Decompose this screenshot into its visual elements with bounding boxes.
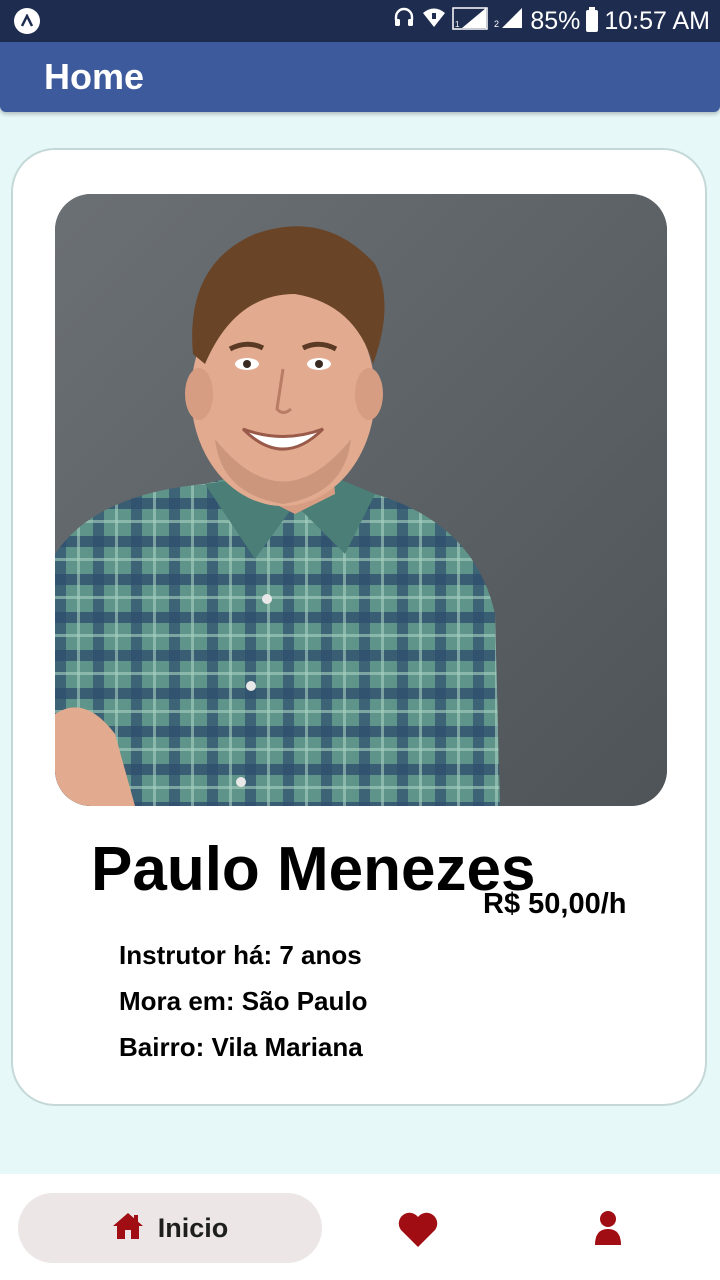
page-title: Home (44, 56, 145, 97)
status-icons: 1 2 85% 10:57 AM (392, 0, 710, 42)
neighborhood-text: Bairro: Vila Mariana (119, 1032, 363, 1062)
headset-icon (392, 6, 416, 37)
instructor-name: Paulo Menezes (91, 835, 536, 904)
svg-text:2: 2 (494, 19, 499, 29)
tab-favorites[interactable] (398, 1212, 438, 1248)
hourly-price: R$ 50,00/h (483, 888, 627, 920)
battery-percent: 85% (530, 6, 581, 35)
experience-text: Instrutor há: 7 anos (119, 940, 362, 970)
sim1-signal-icon: 1 (452, 6, 489, 37)
sim2-signal-icon: 2 (494, 6, 524, 37)
tab-profile[interactable] (594, 1210, 622, 1246)
wifi-icon (422, 7, 446, 36)
svg-text:1: 1 (455, 20, 460, 29)
clock: 10:57 AM (604, 6, 710, 35)
tab-home[interactable]: Inicio (18, 1193, 322, 1263)
city-text: Mora em: São Paulo (119, 986, 368, 1016)
heart-icon (398, 1212, 438, 1247)
app-bar: Home (0, 42, 720, 112)
home-icon (112, 1212, 144, 1245)
app-logo-icon (14, 8, 40, 34)
user-icon (595, 1211, 621, 1245)
tab-home-label: Inicio (157, 1212, 229, 1243)
instructor-card[interactable]: Paulo Menezes R$ 50,00/h Instrutor há: 7… (11, 148, 707, 1106)
bottom-nav: Inicio (0, 1174, 720, 1280)
status-bar: 1 2 85% 10:57 AM (0, 0, 720, 42)
instructor-photo (55, 194, 667, 806)
battery-icon (586, 7, 599, 32)
